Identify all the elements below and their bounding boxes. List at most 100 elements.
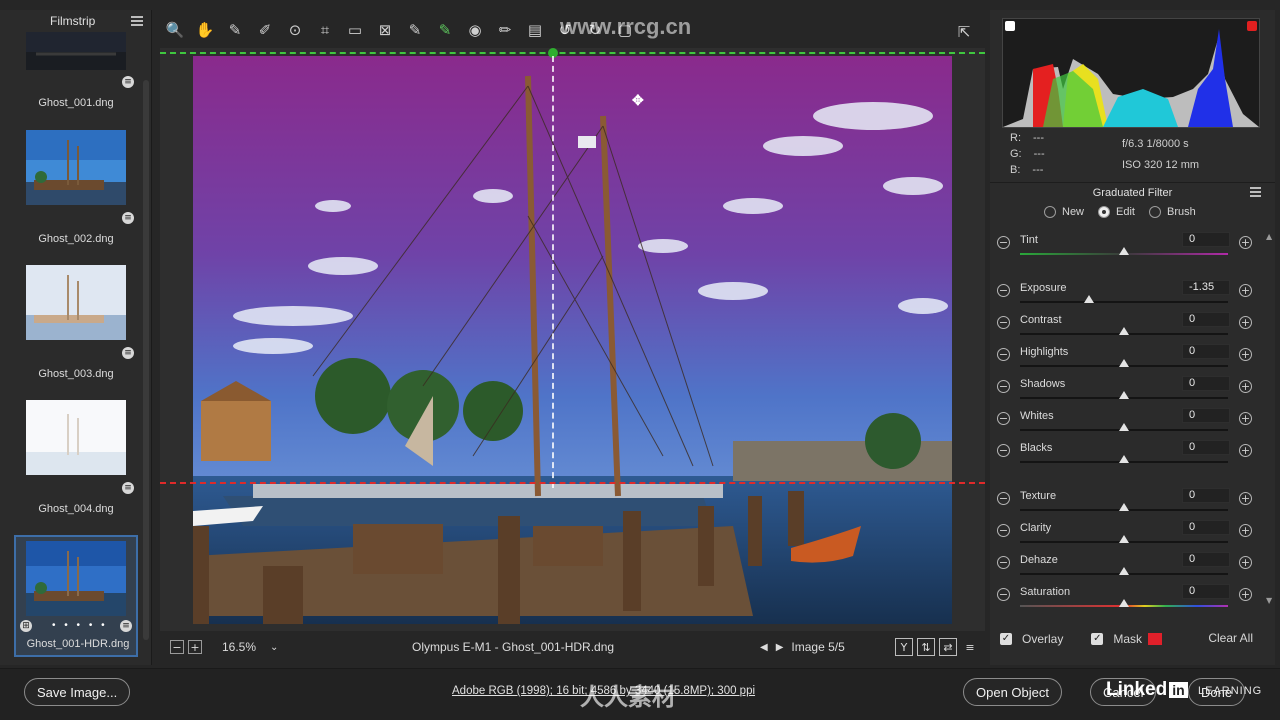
copy-settings-icon[interactable]: ⇄: [939, 638, 957, 656]
slider-handle[interactable]: [1119, 455, 1129, 463]
swap-settings-icon[interactable]: ⇅: [917, 638, 935, 656]
slider-value-field[interactable]: 0: [1182, 520, 1230, 535]
highlight-clipping-icon[interactable]: [1247, 21, 1257, 31]
slider-value-field[interactable]: 0: [1182, 584, 1230, 599]
prev-image-icon[interactable]: ◀: [760, 642, 768, 653]
decrease-icon[interactable]: −: [997, 492, 1010, 505]
rotate-right-icon[interactable]: ↻: [580, 16, 610, 44]
mode-edit-radio[interactable]: Edit: [1098, 206, 1135, 218]
scroll-down-icon[interactable]: ▼: [1266, 596, 1272, 605]
decrease-icon[interactable]: −: [997, 444, 1010, 457]
graduated-filter-icon[interactable]: ✎: [430, 16, 460, 44]
transform-icon[interactable]: ⊠: [370, 16, 400, 44]
preferences-icon[interactable]: ▤: [520, 16, 550, 44]
slider-handle[interactable]: [1119, 359, 1129, 367]
targeted-adjust-icon[interactable]: ⊙: [280, 16, 310, 44]
slider-value-field[interactable]: 0: [1182, 408, 1230, 423]
increase-icon[interactable]: +: [1239, 284, 1252, 297]
slider-track[interactable]: [1020, 301, 1228, 303]
before-after-toggle-icon[interactable]: Y: [895, 638, 913, 656]
slider-value-field[interactable]: -1.35: [1182, 280, 1230, 295]
rating-dots[interactable]: • • • • •: [52, 620, 108, 631]
decrease-icon[interactable]: −: [997, 348, 1010, 361]
filmstrip-scrollbar[interactable]: [143, 80, 149, 640]
filmstrip-item[interactable]: ≡ Ghost_004.dng: [14, 400, 138, 528]
increase-icon[interactable]: +: [1239, 524, 1252, 537]
decrease-icon[interactable]: −: [997, 588, 1010, 601]
zoom-in-button[interactable]: +: [188, 640, 202, 654]
mask-checkbox[interactable]: ✓: [1091, 633, 1104, 645]
spot-removal-icon[interactable]: ✎: [400, 16, 430, 44]
increase-icon[interactable]: +: [1239, 348, 1252, 361]
slider-handle[interactable]: [1119, 327, 1129, 335]
rotate-left-icon[interactable]: ↺: [550, 16, 580, 44]
slider-handle[interactable]: [1119, 535, 1129, 543]
mask-color-swatch[interactable]: [1148, 633, 1163, 645]
slider-value-field[interactable]: 0: [1182, 488, 1230, 503]
filmstrip-item[interactable]: ≡ Ghost_001.dng: [14, 32, 138, 124]
decrease-icon[interactable]: −: [997, 380, 1010, 393]
increase-icon[interactable]: +: [1239, 556, 1252, 569]
image-canvas[interactable]: ✥: [160, 48, 985, 631]
slider-value-field[interactable]: 0: [1182, 312, 1230, 327]
workflow-options-link[interactable]: Adobe RGB (1998); 16 bit; 4586 by 3440 (…: [452, 685, 755, 697]
slider-handle[interactable]: [1119, 247, 1129, 255]
color-sampler-icon[interactable]: ✐: [250, 16, 280, 44]
shadow-clipping-icon[interactable]: [1005, 21, 1015, 31]
decrease-icon[interactable]: −: [997, 284, 1010, 297]
increase-icon[interactable]: +: [1239, 380, 1252, 393]
delete-icon[interactable]: ▢: [610, 16, 640, 44]
increase-icon[interactable]: +: [1239, 444, 1252, 457]
brush-icon[interactable]: ✏: [490, 16, 520, 44]
slider-handle[interactable]: [1083, 295, 1094, 303]
filmstrip-item-selected[interactable]: ⊞ • • • • • ≡ Ghost_001-HDR.dng: [14, 535, 138, 657]
graduated-filter-start-line[interactable]: [160, 52, 985, 54]
zoom-dropdown-icon[interactable]: ⌄: [270, 642, 278, 653]
increase-icon[interactable]: +: [1239, 492, 1252, 505]
decrease-icon[interactable]: −: [997, 556, 1010, 569]
overlay-checkbox[interactable]: ✓: [1000, 633, 1012, 645]
clear-all-button[interactable]: Clear All: [1200, 628, 1261, 648]
slider-handle[interactable]: [1119, 423, 1129, 431]
graduated-filter-axis-line[interactable]: [552, 56, 554, 488]
increase-icon[interactable]: +: [1239, 316, 1252, 329]
increase-icon[interactable]: +: [1239, 412, 1252, 425]
white-balance-icon[interactable]: ✎: [220, 16, 250, 44]
export-icon[interactable]: ⇱: [949, 18, 979, 46]
slider-value-field[interactable]: 0: [1182, 440, 1230, 455]
save-image-button[interactable]: Save Image...: [24, 678, 131, 706]
mode-new-radio[interactable]: New: [1044, 206, 1084, 218]
slider-handle[interactable]: [1119, 391, 1129, 399]
mode-brush-radio[interactable]: Brush: [1148, 206, 1196, 218]
slider-value-field[interactable]: 0: [1182, 344, 1230, 359]
scroll-up-icon[interactable]: ▲: [1266, 232, 1272, 241]
slider-value-field[interactable]: 0: [1182, 232, 1230, 247]
increase-icon[interactable]: +: [1239, 236, 1252, 249]
straighten-icon[interactable]: ▭: [340, 16, 370, 44]
photo-preview[interactable]: [193, 56, 952, 624]
graduated-filter-end-line[interactable]: [160, 482, 985, 484]
filmstrip-menu-icon[interactable]: [131, 16, 143, 26]
slider-value-field[interactable]: 0: [1182, 376, 1230, 391]
slider-handle[interactable]: [1119, 567, 1129, 575]
hand-icon[interactable]: ✋: [190, 16, 220, 44]
slider-handle[interactable]: [1119, 503, 1129, 511]
zoom-icon[interactable]: 🔍: [160, 16, 190, 44]
decrease-icon[interactable]: −: [997, 524, 1010, 537]
panel-menu-icon[interactable]: [1250, 187, 1261, 197]
preview-preferences-icon[interactable]: ≡: [961, 638, 979, 656]
red-eye-icon[interactable]: ◉: [460, 16, 490, 44]
zoom-level[interactable]: 16.5%: [222, 640, 256, 654]
filmstrip-item[interactable]: ≡ Ghost_002.dng: [14, 130, 138, 258]
crop-icon[interactable]: ⌗: [310, 16, 340, 44]
decrease-icon[interactable]: −: [997, 236, 1010, 249]
panel-scrollbar[interactable]: ▲ ▼: [1266, 232, 1272, 605]
zoom-out-button[interactable]: −: [170, 640, 184, 654]
increase-icon[interactable]: +: [1239, 588, 1252, 601]
decrease-icon[interactable]: −: [997, 316, 1010, 329]
decrease-icon[interactable]: −: [997, 412, 1010, 425]
slider-value-field[interactable]: 0: [1182, 552, 1230, 567]
next-image-icon[interactable]: ▶: [776, 642, 784, 653]
slider-handle[interactable]: [1119, 599, 1129, 607]
filmstrip-item[interactable]: ≡ Ghost_003.dng: [14, 265, 138, 393]
